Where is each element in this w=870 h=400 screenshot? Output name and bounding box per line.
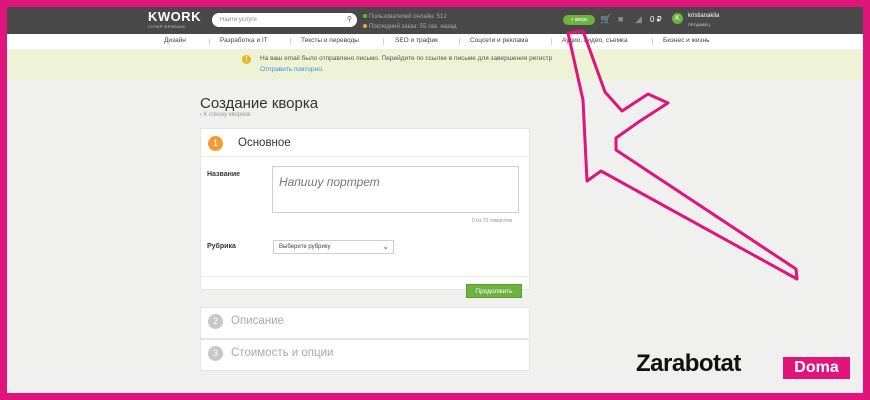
annotation-arrow [566,29,799,281]
